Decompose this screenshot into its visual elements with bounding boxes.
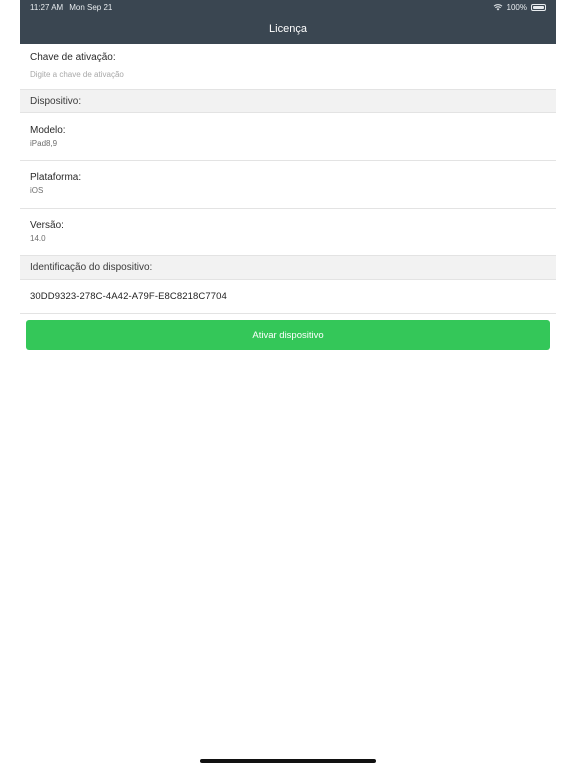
- activation-key-input[interactable]: Digite a chave de ativação: [30, 70, 124, 79]
- identification-section-header: Identificação do dispositivo:: [20, 256, 556, 280]
- wifi-icon: [493, 3, 503, 11]
- model-row: Modelo: iPad8,9: [20, 113, 556, 161]
- battery-icon: [531, 3, 546, 11]
- version-row: Versão: 14.0: [20, 209, 556, 256]
- status-date: Mon Sep 21: [69, 2, 113, 12]
- device-id-value: 30DD9323-278C-4A42-A79F-E8C8218C7704: [30, 291, 227, 302]
- nav-bar: Licença: [20, 14, 556, 44]
- status-right: 100%: [493, 3, 546, 12]
- platform-row: Plataforma: iOS: [20, 161, 556, 209]
- page-title: Licença: [269, 23, 307, 35]
- model-label: Modelo:: [30, 125, 66, 136]
- status-left: 11:27 AM Mon Sep 21: [30, 3, 112, 12]
- screen: 11:27 AM Mon Sep 21 100% Licença Chave d…: [20, 0, 556, 768]
- identification-row: 30DD9323-278C-4A42-A79F-E8C8218C7704: [20, 280, 556, 314]
- platform-value: iOS: [30, 186, 44, 195]
- identification-section-title: Identificação do dispositivo:: [30, 262, 153, 273]
- model-value: iPad8,9: [30, 139, 58, 148]
- version-label: Versão:: [30, 220, 64, 231]
- version-value: 14.0: [30, 234, 46, 243]
- status-time: 11:27 AM: [30, 2, 64, 12]
- status-bar: 11:27 AM Mon Sep 21 100%: [20, 0, 556, 14]
- device-section-header: Dispositivo:: [20, 90, 556, 113]
- platform-label: Plataforma:: [30, 172, 82, 183]
- activation-key-row[interactable]: Chave de ativação: Digite a chave de ati…: [20, 44, 556, 90]
- home-indicator[interactable]: [200, 759, 376, 763]
- battery-percent: 100%: [506, 2, 527, 12]
- activate-device-button[interactable]: Ativar dispositivo: [26, 320, 550, 350]
- device-section-title: Dispositivo:: [30, 96, 82, 107]
- activation-key-label: Chave de ativação:: [30, 52, 116, 63]
